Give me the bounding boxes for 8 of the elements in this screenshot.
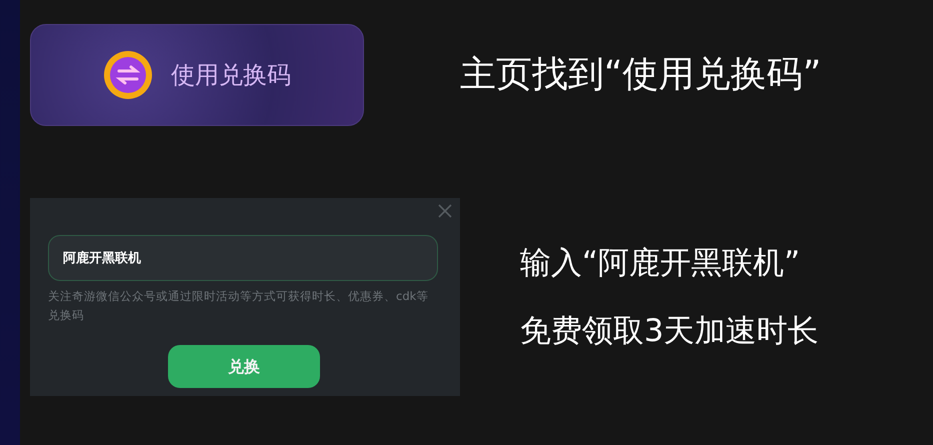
close-icon[interactable] xyxy=(438,204,452,218)
caption: 输入“阿鹿开黑联机” xyxy=(520,244,802,282)
caption: 免费领取3天加速时长 xyxy=(520,312,819,351)
exchange-coin-icon xyxy=(103,50,153,100)
hint-text: 关注奇游微信公众号或通过限时活动等方式可获得时长、优惠券、cdk等兑换码 xyxy=(48,288,430,324)
caption: 主页找到“使用兑换码” xyxy=(460,53,822,97)
redeem-code-button[interactable]: 使用兑换码 xyxy=(30,24,364,126)
code-input-field[interactable]: 阿鹿开黑联机 xyxy=(48,235,438,281)
